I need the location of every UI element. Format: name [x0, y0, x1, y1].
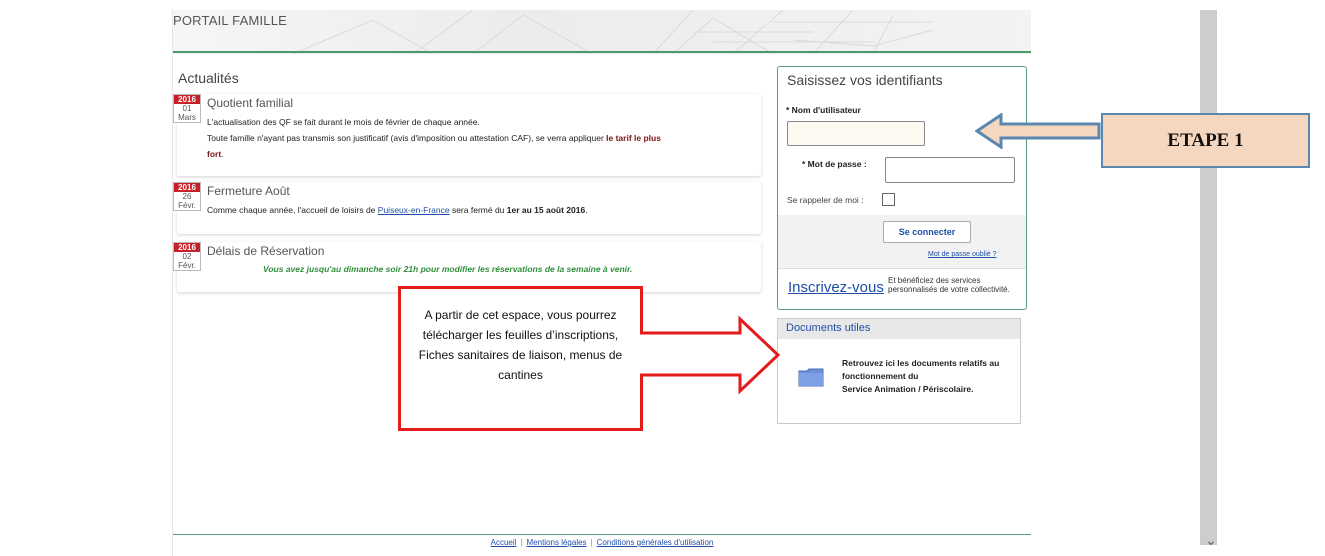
- step-label: ETAPE 1: [1101, 113, 1310, 168]
- news-title: Délais de Réservation: [207, 244, 325, 258]
- footer-link-legal[interactable]: Mentions légales: [523, 538, 591, 547]
- footer-link-terms[interactable]: Conditions générales d'utilisation: [593, 538, 718, 547]
- password-label: * Mot de passe :: [802, 159, 867, 169]
- calendar-date-icon: 2016 26 Févr.: [173, 182, 201, 211]
- documents-description[interactable]: Retrouvez ici les documents relatifs au …: [842, 357, 1020, 396]
- news-body: L'actualisation des QF se fait durant le…: [207, 117, 661, 159]
- remember-label: Se rappeler de moi :: [787, 195, 864, 205]
- login-divider: [778, 268, 1026, 269]
- town-link[interactable]: Puiseux-en-France: [378, 205, 450, 215]
- documents-panel: Documents utiles Retrouvez ici les docum…: [777, 318, 1021, 424]
- annotation-arrow-icon: [636, 315, 781, 395]
- footer-divider: [173, 534, 1031, 535]
- etape-arrow-icon: [975, 113, 1101, 149]
- news-title: Fermeture Août: [207, 184, 290, 198]
- site-title: PORTAIL FAMILLE: [173, 13, 288, 28]
- remember-checkbox[interactable]: [882, 193, 895, 206]
- news-title: Quotient familial: [207, 96, 294, 110]
- portal-page: PORTAIL FAMILLE Actualités 2016 01 Mars Qu…: [172, 10, 1031, 556]
- login-button[interactable]: Se connecter: [883, 221, 971, 243]
- register-link[interactable]: Inscrivez-vous: [788, 279, 884, 296]
- reservation-note: Vous avez jusqu'au dimanche soir 21h pou…: [263, 264, 633, 274]
- login-panel: Saisissez vos identifiants * Nom d'utili…: [777, 66, 1027, 310]
- username-label: * Nom d'utilisateur: [786, 105, 861, 115]
- scroll-down-chevron-icon[interactable]: ⌄: [1205, 532, 1217, 549]
- login-title: Saisissez vos identifiants: [787, 72, 943, 88]
- annotation-text: A partir de cet espace, vous pourrez tél…: [418, 308, 623, 382]
- username-input[interactable]: [787, 121, 925, 146]
- news-section-title: Actualités: [178, 70, 239, 86]
- site-header: PORTAIL FAMILLE: [173, 10, 1031, 54]
- footer-link-home[interactable]: Accueil: [487, 538, 521, 547]
- news-item: 2016 02 Févr. Délais de Réservation Vous a…: [173, 242, 761, 292]
- calendar-date-icon: 2016 01 Mars: [173, 94, 201, 123]
- password-input[interactable]: [885, 157, 1015, 183]
- news-item: 2016 01 Mars Quotient familial L'actualisa…: [173, 94, 761, 176]
- page-margin-left: [0, 0, 170, 556]
- news-item: 2016 26 Févr. Fermeture Août Comme chaque …: [173, 182, 761, 234]
- forgot-password-link[interactable]: Mot de passe oublié ?: [928, 251, 997, 258]
- header-map-decoration: [292, 10, 934, 54]
- footer-links: Accueil | Mentions légales | Conditions géné…: [173, 538, 1031, 556]
- documents-title[interactable]: Documents utiles: [786, 322, 870, 334]
- calendar-date-icon: 2016 02 Févr.: [173, 242, 201, 271]
- news-body: Comme chaque année, l'accueil de loisirs…: [207, 205, 588, 215]
- register-description: Et bénéficiez des services personnalisés…: [888, 276, 1010, 294]
- folder-icon[interactable]: [798, 367, 824, 387]
- header-divider: [173, 51, 1031, 53]
- scrollbar[interactable]: [1200, 10, 1217, 545]
